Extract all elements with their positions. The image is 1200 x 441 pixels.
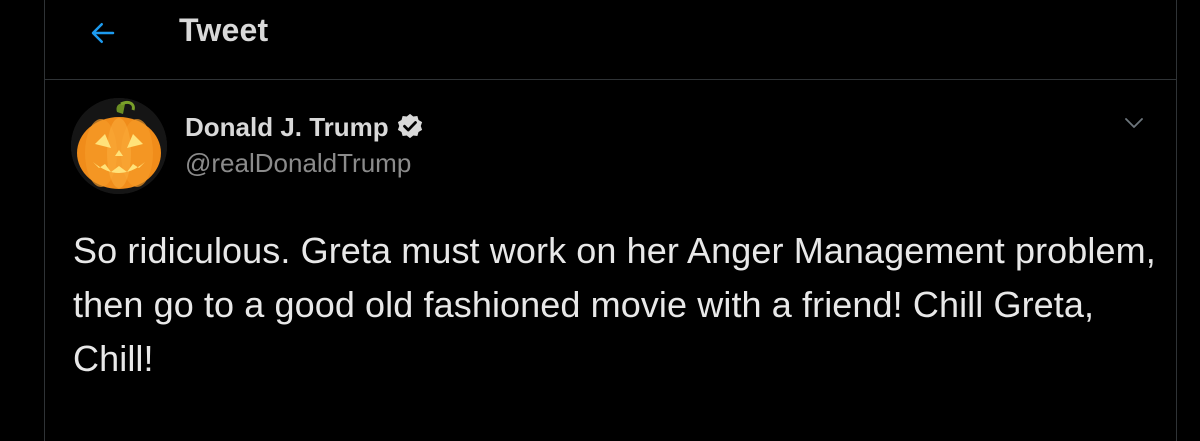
page-header: Tweet bbox=[45, 0, 1176, 80]
author-handle[interactable]: @realDonaldTrump bbox=[185, 148, 425, 179]
jack-o-lantern-icon bbox=[71, 98, 167, 194]
author-name-row: Donald J. Trump bbox=[185, 110, 425, 144]
arrow-left-icon bbox=[91, 23, 115, 43]
verified-badge-icon bbox=[395, 112, 425, 142]
tweet-text: So ridiculous. Greta must work on her An… bbox=[73, 230, 1156, 379]
twitter-app: Tweet Donald J. Trump @realDonaldTrump S… bbox=[0, 0, 1200, 441]
chevron-down-icon bbox=[1125, 118, 1143, 128]
page-title: Tweet bbox=[179, 12, 269, 48]
tweet-author: Donald J. Trump @realDonaldTrump bbox=[185, 110, 425, 179]
tweet-menu-button[interactable] bbox=[1119, 108, 1149, 138]
main-column: Tweet Donald J. Trump @realDonaldTrump S… bbox=[44, 0, 1177, 441]
avatar[interactable] bbox=[71, 98, 167, 194]
back-button[interactable] bbox=[83, 13, 123, 53]
author-name[interactable]: Donald J. Trump bbox=[185, 112, 389, 143]
